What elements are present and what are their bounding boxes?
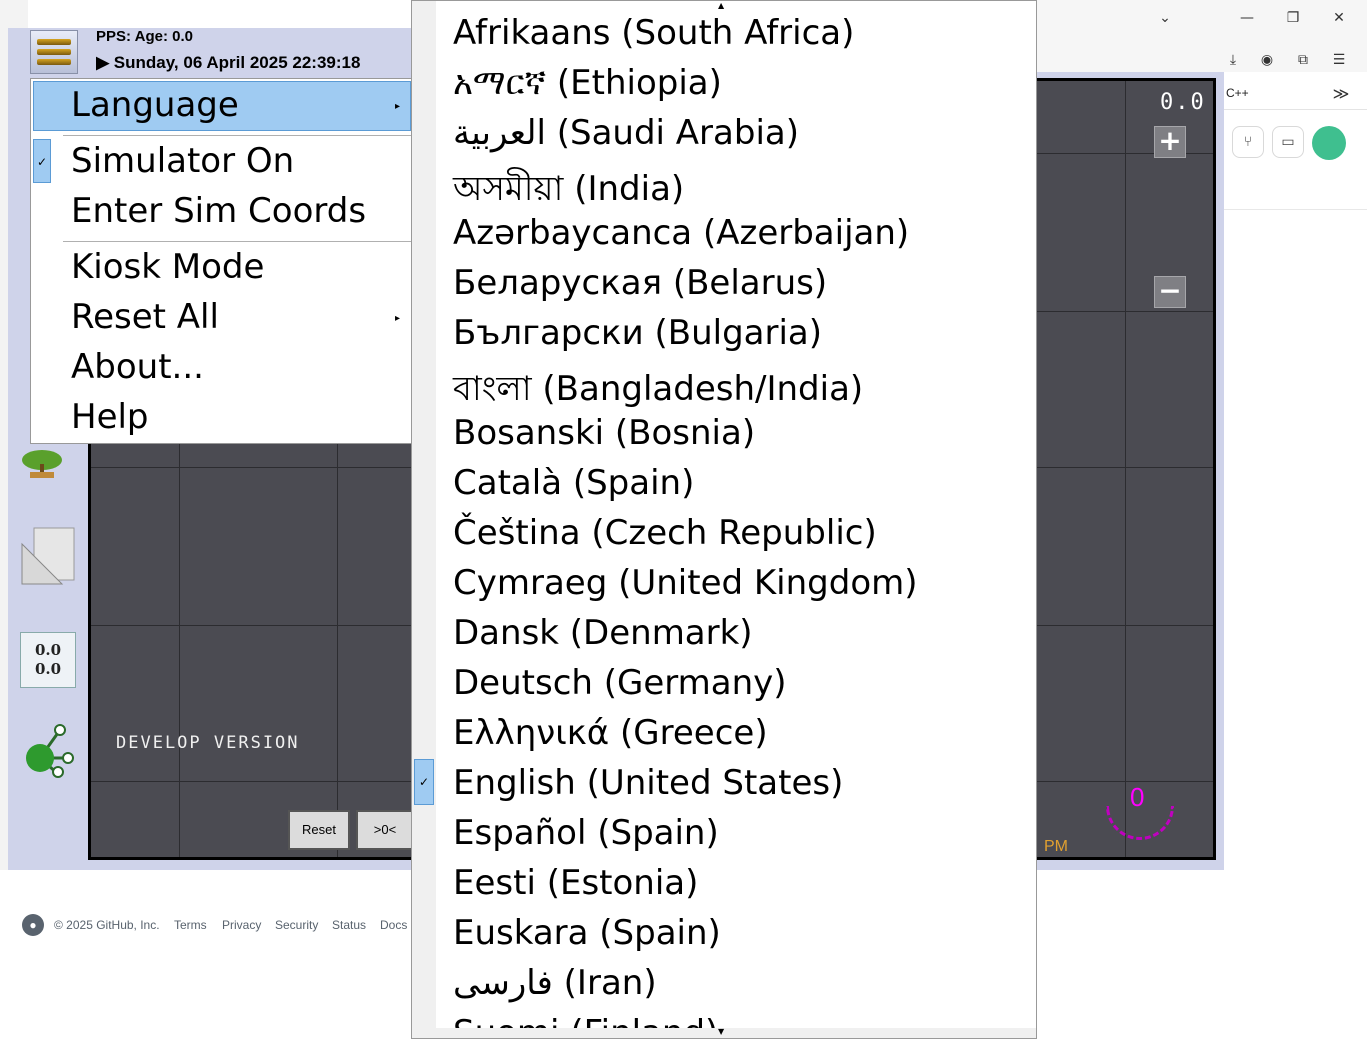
language-item[interactable]: አማርኛ (Ethiopia)	[453, 63, 722, 103]
menu-bar-icon	[37, 59, 71, 65]
submenu-arrow-icon: ▸	[395, 101, 401, 112]
language-item[interactable]: অসমীয়া (India)	[453, 163, 684, 220]
footer: ● © 2025 GitHub, Inc. Terms Privacy Secu…	[22, 914, 422, 936]
download-icon[interactable]: ⤓	[1222, 50, 1244, 72]
center-button[interactable]: >0<	[356, 810, 414, 850]
language-item[interactable]: Čeština (Czech Republic)	[453, 513, 877, 553]
browser-titlebar	[1036, 0, 1367, 72]
menu-item-reset-all[interactable]: Reset All	[71, 297, 219, 337]
coordinates-box[interactable]: 0.0 0.0	[20, 632, 76, 688]
bookmark-cpp[interactable]: C++	[1226, 86, 1249, 100]
menu-item-language[interactable]: Language	[71, 85, 239, 125]
scroll-up-icon[interactable]: ▲	[718, 1, 724, 10]
scroll-area[interactable]	[436, 1028, 1036, 1038]
scroll-down-icon[interactable]: ▼	[718, 1027, 724, 1036]
coord-line-1: 0.0	[34, 641, 62, 659]
profile-icon[interactable]: ◉	[1256, 50, 1278, 72]
reset-button[interactable]: Reset	[288, 810, 350, 850]
restore-icon[interactable]: ❐	[1282, 8, 1304, 30]
menu-separator	[63, 241, 413, 242]
menu-bar-icon	[37, 39, 71, 45]
language-item-selected[interactable]: English (United States)	[453, 763, 843, 803]
check-icon: ✓	[414, 759, 434, 805]
inbox-icon[interactable]: ▭	[1272, 126, 1304, 158]
context-menu: Language ▸ ✓ Simulator On Enter Sim Coor…	[30, 78, 413, 444]
menu-item-enter-sim-coords[interactable]: Enter Sim Coords	[71, 191, 366, 231]
close-window-icon[interactable]: ✕	[1328, 8, 1350, 30]
github-icon[interactable]: ●	[22, 914, 44, 936]
sidebar-area	[1224, 110, 1367, 210]
check-icon: ✓	[33, 139, 51, 183]
menu-icon[interactable]: ☰	[1328, 50, 1350, 72]
footer-copyright: © 2025 GitHub, Inc.	[54, 918, 160, 932]
plant-icon[interactable]	[20, 440, 72, 478]
molecule-icon[interactable]	[22, 722, 76, 778]
avatar[interactable]	[1312, 126, 1346, 160]
footer-link[interactable]: Terms	[174, 918, 207, 932]
language-item[interactable]: Cymraeg (United Kingdom)	[453, 563, 918, 603]
ruler-triangle-icon[interactable]	[20, 526, 76, 586]
menu-item-kiosk-mode[interactable]: Kiosk Mode	[71, 247, 264, 287]
minimize-icon[interactable]: —	[1236, 8, 1258, 30]
menu-gutter	[412, 1, 436, 1038]
zoom-in-button[interactable]: +	[1154, 126, 1186, 158]
chevron-down-icon[interactable]: ⌄	[1154, 8, 1176, 30]
menu-item-help[interactable]: Help	[71, 397, 149, 437]
language-item[interactable]: العربية (Saudi Arabia)	[453, 113, 799, 153]
pull-request-icon[interactable]: ⑂	[1232, 126, 1264, 158]
menu-separator	[63, 135, 413, 136]
language-item[interactable]: Bosanski (Bosnia)	[453, 413, 755, 453]
language-item[interactable]: Eesti (Estonia)	[453, 863, 698, 903]
language-item[interactable]: Euskara (Spain)	[453, 913, 721, 953]
language-item[interactable]: বাংলা (Bangladesh/India)	[453, 363, 863, 420]
language-submenu: ▲ ✓ Afrikaans (South Africa) አማርኛ (Ethio…	[411, 0, 1037, 1039]
zoom-readout: 0.0	[1160, 90, 1206, 115]
date-label[interactable]: ▶ Sunday, 06 April 2025 22:39:18	[96, 53, 414, 73]
language-item[interactable]: Afrikaans (South Africa)	[453, 13, 854, 53]
more-bookmarks-icon[interactable]: ≫	[1330, 84, 1352, 106]
time-suffix: PM	[1044, 838, 1068, 855]
screen: { "app": { "pps_label": "PPS: Age: 0.0",…	[0, 0, 1367, 1039]
menu-item-about[interactable]: About...	[71, 347, 204, 387]
language-item[interactable]: Azərbaycanca (Azerbaijan)	[453, 213, 909, 253]
main-menu-button[interactable]	[30, 30, 78, 74]
language-item[interactable]: Català (Spain)	[453, 463, 694, 503]
menu-item-simulator-on[interactable]: Simulator On	[71, 141, 294, 181]
language-item[interactable]: Беларуская (Belarus)	[453, 263, 827, 303]
language-item[interactable]: فارسی (Iran)	[453, 963, 657, 1003]
language-item[interactable]: Български (Bulgaria)	[453, 313, 822, 353]
language-item[interactable]: Dansk (Denmark)	[453, 613, 753, 653]
coord-line-2: 0.0	[34, 660, 62, 678]
submenu-arrow-icon: ▸	[395, 313, 401, 324]
language-item[interactable]: Ελληνικά (Greece)	[453, 713, 768, 753]
pps-age-label: PPS: Age: 0.0	[96, 28, 193, 45]
develop-version-label: DEVELOP VERSION	[116, 733, 300, 753]
language-item[interactable]: Español (Spain)	[453, 813, 719, 853]
language-item[interactable]: Deutsch (Germany)	[453, 663, 787, 703]
zoom-out-button[interactable]: −	[1154, 276, 1186, 308]
extensions-icon[interactable]: ⧉	[1292, 50, 1314, 72]
menu-bar-icon	[37, 49, 71, 55]
footer-link[interactable]: Privacy	[222, 918, 261, 932]
footer-link[interactable]: Security	[275, 918, 318, 932]
footer-link[interactable]: Docs	[380, 918, 407, 932]
footer-link[interactable]: Status	[332, 918, 366, 932]
